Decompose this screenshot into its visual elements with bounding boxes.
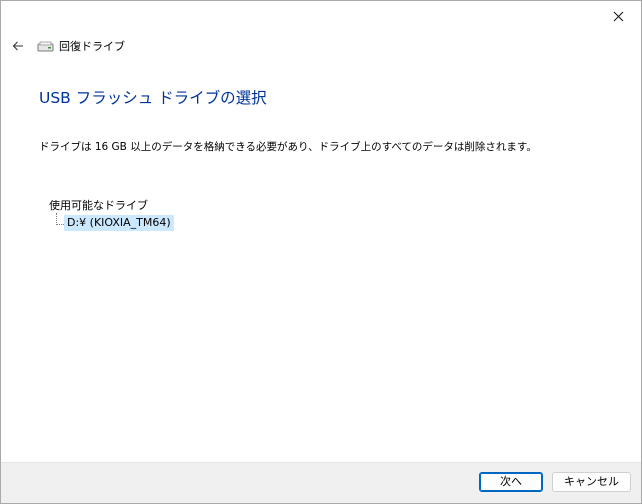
instruction-text: ドライブは 16 GB 以上のデータを格納できる必要があり、ドライブ上のすべての… [39,141,537,153]
recovery-drive-window: 回復ドライブ USB フラッシュ ドライブの選択 ドライブは 16 GB 以上の… [0,0,642,504]
available-drives-header: 使用可能なドライブ [49,199,148,212]
navigation-bar: 回復ドライブ [9,35,125,57]
cancel-button[interactable]: キャンセル [552,472,631,492]
tree-connector-line [56,213,64,225]
back-button[interactable] [9,37,27,55]
page-title: USB フラッシュ ドライブの選択 [39,89,267,107]
drive-list-item-d[interactable]: D:¥ (KIOXIA_TM64) [64,215,174,231]
drive-icon [37,39,55,53]
next-button[interactable]: 次へ [479,472,543,492]
arrow-left-icon [12,41,23,51]
close-button[interactable] [595,1,641,31]
footer-bar: 次へ キャンセル [1,462,641,503]
window-title: 回復ドライブ [59,40,125,53]
close-icon [613,11,623,21]
